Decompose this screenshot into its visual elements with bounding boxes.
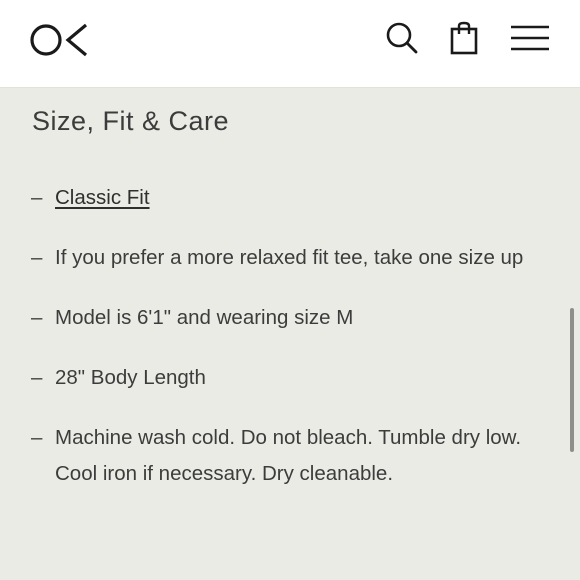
list-dash: –: [31, 366, 43, 389]
list-item-relaxed-fit: – If you prefer a more relaxed fit tee, …: [0, 240, 560, 276]
list-item-model-size: – Model is 6'1" and wearing size M: [0, 300, 560, 336]
list-dash: –: [31, 186, 43, 209]
list-item-care: – Machine wash cold. Do not bleach. Tumb…: [0, 420, 560, 492]
care-instructions-text: Machine wash cold. Do not bleach. Tumble…: [55, 426, 522, 485]
list-item-classic-fit: – Classic Fit: [0, 180, 560, 216]
relaxed-fit-text: If you prefer a more relaxed fit tee, ta…: [55, 246, 524, 269]
size-fit-care-section: Size, Fit & Care – Classic Fit – If you …: [0, 88, 580, 580]
list-dash: –: [31, 246, 43, 269]
model-size-text: Model is 6'1" and wearing size M: [55, 306, 354, 329]
hamburger-menu-icon: [510, 24, 550, 57]
details-list: – Classic Fit – If you prefer a more rel…: [0, 180, 560, 516]
list-dash: –: [31, 306, 43, 329]
list-dash: –: [31, 426, 43, 449]
body-length-text: 28" Body Length: [55, 366, 206, 389]
search-button[interactable]: [380, 20, 424, 60]
top-header: [0, 0, 580, 88]
search-icon: [385, 21, 419, 60]
classic-fit-link[interactable]: Classic Fit: [55, 186, 150, 209]
shopping-bag-button[interactable]: [442, 20, 486, 60]
section-title: Size, Fit & Care: [32, 106, 230, 136]
vertical-scrollbar[interactable]: [570, 308, 574, 452]
shopping-bag-icon: [449, 21, 479, 60]
ok-logo-icon[interactable]: [30, 21, 90, 59]
list-item-body-length: – 28" Body Length: [0, 360, 560, 396]
menu-button[interactable]: [506, 20, 554, 60]
product-details-page: Size, Fit & Care – Classic Fit – If you …: [0, 0, 580, 580]
